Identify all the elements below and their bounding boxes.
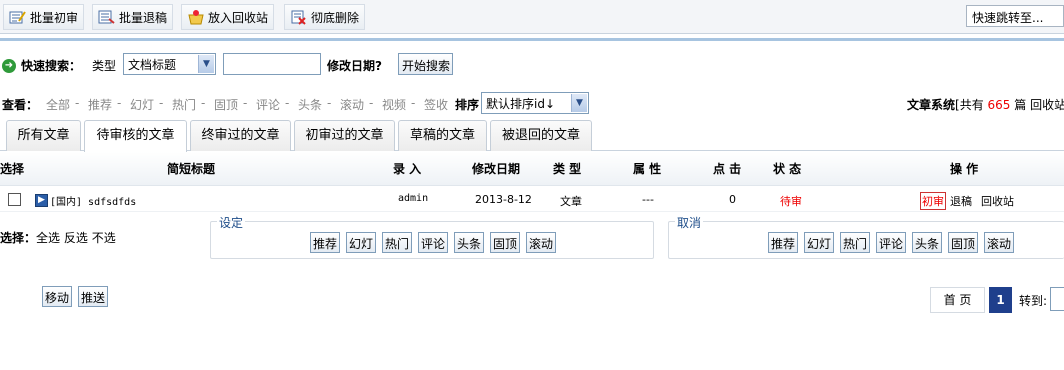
select-all-link[interactable]: 全选 bbox=[36, 231, 60, 245]
filter-video[interactable]: 视频 bbox=[382, 96, 406, 113]
row-checkbox[interactable] bbox=[8, 193, 21, 206]
row-status: 待审 bbox=[780, 195, 802, 208]
set-panel: 设定 推荐 幻灯 热门 评论 头条 固顶 滚动 bbox=[210, 214, 654, 259]
view-filter-row: 查看： 全部 - 推荐 - 幻灯 - 热门 - 固顶 - 评论 - 头条 - 滚… bbox=[0, 92, 1064, 114]
expand-icon[interactable]: ▶ bbox=[35, 194, 48, 207]
col-select: 选择 bbox=[0, 162, 25, 176]
recycle-row-link[interactable]: 回收站 bbox=[981, 193, 1014, 209]
set-scroll-button[interactable]: 滚动 bbox=[526, 232, 557, 253]
toolbar: 批量初审 批量退稿 放入回收站 彻底删除 快速跳转至... bbox=[0, 0, 1064, 34]
cancel-top-button[interactable]: 固顶 bbox=[948, 232, 979, 253]
set-recommend-button[interactable]: 推荐 bbox=[310, 232, 341, 253]
row-title[interactable]: [国内] sdfsdfds bbox=[50, 193, 136, 208]
go-icon: ➜ bbox=[2, 59, 16, 73]
set-slide-button[interactable]: 幻灯 bbox=[346, 232, 377, 253]
chevron-down-icon: ▼ bbox=[198, 55, 214, 73]
sort-select[interactable]: 默认排序id↓ ▼ bbox=[481, 92, 589, 114]
recycle-link[interactable]: 回收站 bbox=[1030, 98, 1064, 112]
sort-select-value: 默认排序id↓ bbox=[486, 97, 556, 111]
recycle-icon bbox=[187, 9, 205, 25]
current-page[interactable]: 1 bbox=[989, 287, 1012, 313]
delete-permanently-button[interactable]: 彻底删除 bbox=[284, 4, 366, 30]
batch-reject-button[interactable]: 批量退稿 bbox=[92, 4, 174, 30]
push-button[interactable]: 推送 bbox=[78, 286, 109, 307]
filter-scroll[interactable]: 滚动 bbox=[340, 96, 364, 113]
row-author: admin bbox=[398, 193, 429, 204]
keyword-input[interactable] bbox=[223, 53, 321, 75]
first-page-button[interactable]: 首 页 bbox=[930, 287, 985, 313]
start-search-button[interactable]: 开始搜索 bbox=[398, 53, 453, 75]
cancel-recommend-button[interactable]: 推荐 bbox=[768, 232, 799, 253]
initial-review-link[interactable]: 初审 bbox=[920, 192, 946, 210]
col-ops: 操 作 bbox=[950, 162, 979, 176]
article-count: 665 bbox=[987, 98, 1011, 112]
invert-selection-link[interactable]: 反选 bbox=[64, 231, 88, 245]
chevron-down-icon: ▼ bbox=[571, 94, 587, 112]
row-attr: --- bbox=[642, 193, 654, 206]
move-button[interactable]: 移动 bbox=[42, 286, 73, 307]
reject-icon bbox=[98, 9, 116, 25]
search-bar: ➜ 快速搜索： 类型 文档标题 ▼ 修改日期? 开始搜索 bbox=[0, 51, 1064, 79]
col-type: 类 型 bbox=[553, 162, 582, 176]
selection-controls: 选择：全选 反选 不选 bbox=[0, 229, 116, 246]
sort-label: 排序 bbox=[455, 98, 480, 112]
tab-final-reviewed[interactable]: 终审过的文章 bbox=[190, 120, 291, 151]
row-type: 文章 bbox=[560, 195, 582, 208]
row-date: 2013-8-12 bbox=[475, 193, 532, 206]
filter-top[interactable]: 固顶 bbox=[214, 96, 238, 113]
filter-comment[interactable]: 评论 bbox=[256, 96, 280, 113]
cancel-slide-button[interactable]: 幻灯 bbox=[804, 232, 835, 253]
type-label: 类型 bbox=[92, 59, 117, 73]
col-clicks: 点 击 bbox=[713, 162, 742, 176]
col-author: 录 入 bbox=[393, 162, 422, 176]
tab-rejected[interactable]: 被退回的文章 bbox=[490, 120, 592, 151]
tab-all-articles[interactable]: 所有文章 bbox=[6, 120, 81, 151]
batch-initial-review-button[interactable]: 批量初审 bbox=[3, 4, 85, 30]
reject-link[interactable]: 退稿 bbox=[950, 193, 972, 209]
view-label: 查看： bbox=[2, 98, 39, 112]
goto-page-input[interactable] bbox=[1050, 287, 1064, 311]
filter-all[interactable]: 全部 bbox=[46, 96, 70, 113]
set-headline-button[interactable]: 头条 bbox=[454, 232, 485, 253]
cancel-legend: 取消 bbox=[675, 214, 704, 231]
col-attr: 属 性 bbox=[633, 162, 662, 176]
filter-signed[interactable]: 签收 bbox=[424, 96, 448, 113]
select-none-link[interactable]: 不选 bbox=[92, 231, 116, 245]
filter-slide[interactable]: 幻灯 bbox=[130, 96, 154, 113]
cancel-comment-button[interactable]: 评论 bbox=[876, 232, 907, 253]
set-hot-button[interactable]: 热门 bbox=[382, 232, 413, 253]
set-legend: 设定 bbox=[217, 214, 246, 231]
filter-headline[interactable]: 头条 bbox=[298, 96, 322, 113]
table-row bbox=[0, 187, 1064, 212]
delete-icon bbox=[290, 9, 308, 25]
table-header: 选择 简短标题 录 入 修改日期 类 型 属 性 点 击 状 态 操 作 bbox=[0, 152, 1064, 186]
filter-hot[interactable]: 热门 bbox=[172, 96, 196, 113]
col-title: 简短标题 bbox=[167, 162, 216, 176]
set-top-button[interactable]: 固顶 bbox=[490, 232, 521, 253]
modify-date-label: 修改日期? bbox=[327, 59, 382, 73]
row-clicks: 0 bbox=[729, 193, 736, 206]
quick-search-label: 快速搜索： bbox=[21, 59, 82, 73]
cancel-hot-button[interactable]: 热门 bbox=[840, 232, 871, 253]
quick-jump-select[interactable]: 快速跳转至... bbox=[966, 5, 1064, 27]
cancel-panel: 取消 推荐 幻灯 热门 评论 头条 固顶 滚动 bbox=[668, 214, 1064, 259]
tab-initial-reviewed[interactable]: 初审过的文章 bbox=[294, 120, 395, 151]
col-status: 状 态 bbox=[773, 162, 802, 176]
header-divider bbox=[0, 38, 1064, 41]
type-select-value: 文档标题 bbox=[128, 58, 177, 72]
move-to-recycle-button[interactable]: 放入回收站 bbox=[181, 4, 275, 30]
cancel-scroll-button[interactable]: 滚动 bbox=[984, 232, 1015, 253]
tab-drafts[interactable]: 草稿的文章 bbox=[398, 120, 487, 151]
col-date: 修改日期 bbox=[472, 162, 521, 176]
set-comment-button[interactable]: 评论 bbox=[418, 232, 449, 253]
goto-label: 转到: bbox=[1019, 294, 1048, 308]
tab-pending-review[interactable]: 待审核的文章 bbox=[84, 120, 187, 152]
filter-recommend[interactable]: 推荐 bbox=[88, 96, 112, 113]
article-summary: 文章系统[共有 665 篇 回收站 bbox=[907, 96, 1064, 113]
cancel-headline-button[interactable]: 头条 bbox=[912, 232, 943, 253]
selection-label: 选择： bbox=[0, 231, 37, 245]
review-icon bbox=[9, 9, 27, 25]
type-select[interactable]: 文档标题 ▼ bbox=[123, 53, 216, 75]
